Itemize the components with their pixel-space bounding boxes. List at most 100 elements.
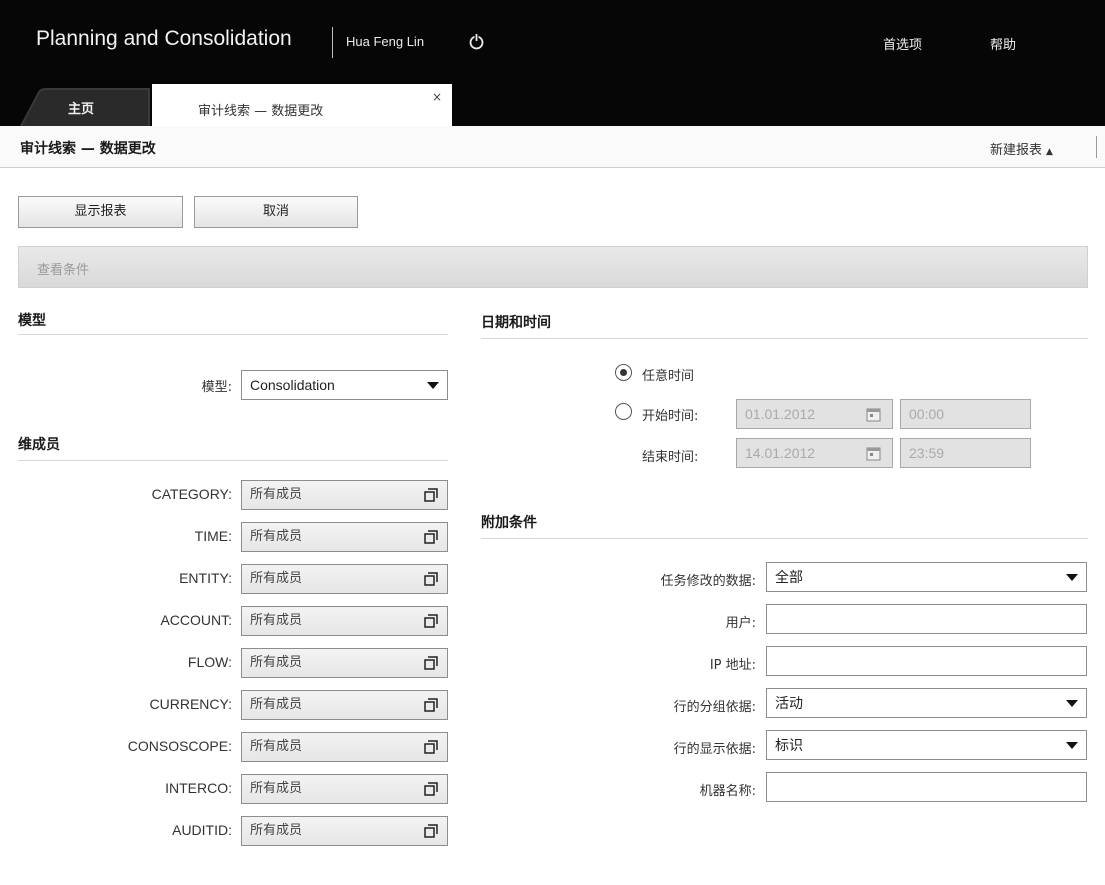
chevron-down-icon [1066,700,1078,707]
task-modified-label: 任务修改的数据: [660,574,756,589]
start-time-radio[interactable] [615,403,632,420]
task-modified-select[interactable]: 全部 [766,562,1087,592]
end-time-label: 结束时间: [642,450,699,465]
tab-audit-data-changes[interactable]: 审计线索 — 数据更改 × [152,84,452,126]
tab-active-label: 审计线索 — 数据更改 [198,104,324,119]
copy-icon[interactable] [424,614,438,628]
model-select-value: Consolidation [250,377,335,393]
chevron-down-icon [427,382,439,389]
date-section-divider [481,338,1088,339]
member-selector-auditid[interactable]: 所有成员 [241,816,448,846]
member-selector-consoscope[interactable]: 所有成员 [241,732,448,762]
member-value: 所有成员 [250,655,303,670]
end-time-field[interactable]: 23:59 [900,438,1031,468]
member-selector-category[interactable]: 所有成员 [241,480,448,510]
caret-up-icon: ▲ [1046,147,1053,157]
start-time-field[interactable]: 00:00 [900,399,1031,429]
page-header: 审计线索 — 数据更改 新建报表 ▲ [0,126,1105,168]
dimension-section-title: 维成员 [18,437,60,453]
copy-icon[interactable] [424,782,438,796]
start-date-value: 01.01.2012 [745,406,816,422]
chevron-down-icon [1066,574,1078,581]
member-value: 所有成员 [250,697,303,712]
filter-bar-label: 查看条件 [37,263,90,278]
cancel-button[interactable]: 取消 [194,196,358,228]
tab-home-label: 主页 [68,102,95,117]
display-by-label: 行的显示依据: [673,742,756,757]
ip-address-label: IP 地址: [709,658,756,673]
machine-name-input[interactable] [766,772,1087,802]
member-value: 所有成员 [250,487,303,502]
help-link[interactable]: 帮助 [990,34,1016,53]
end-date-value: 14.01.2012 [745,445,816,461]
new-report-label: 新建报表 [990,143,1043,158]
end-time-value: 23:59 [909,445,945,461]
page-title: 审计线索 — 数据更改 [20,141,156,157]
top-bar: Planning and Consolidation Hua Feng Lin … [0,0,1105,126]
member-selector-entity[interactable]: 所有成员 [241,564,448,594]
group-by-select[interactable]: 活动 [766,688,1087,718]
copy-icon[interactable] [424,572,438,586]
model-section-divider [18,334,448,335]
display-by-value: 标识 [775,737,803,753]
any-time-radio[interactable] [615,364,632,381]
member-selector-time[interactable]: 所有成员 [241,522,448,552]
group-by-label: 行的分组依据: [673,700,756,715]
any-time-label: 任意时间 [642,369,695,384]
machine-name-label: 机器名称: [699,784,756,799]
ip-address-input[interactable] [766,646,1087,676]
power-icon[interactable] [468,33,485,50]
member-selector-account[interactable]: 所有成员 [241,606,448,636]
filter-bar[interactable]: 查看条件 [18,246,1088,288]
user-input[interactable] [766,604,1087,634]
header-divider [1096,136,1097,158]
blank-area [910,295,1043,315]
dimension-section-divider [18,460,448,461]
copy-icon[interactable] [424,656,438,670]
member-label: CONSOSCOPE: [127,738,232,754]
member-label: TIME: [194,528,232,544]
date-section-title: 日期和时间 [481,315,551,331]
member-selector-flow[interactable]: 所有成员 [241,648,448,678]
user-label: 用户: [725,616,756,631]
end-date-field[interactable]: 14.01.2012 [736,438,893,468]
start-time-label: 开始时间: [642,409,699,424]
extra-section-divider [481,538,1088,539]
copy-icon[interactable] [424,740,438,754]
model-section-title: 模型 [18,313,46,329]
member-label: ACCOUNT: [160,612,232,628]
member-selector-interco[interactable]: 所有成员 [241,774,448,804]
app-title: Planning and Consolidation [36,27,292,50]
display-by-select[interactable]: 标识 [766,730,1087,760]
member-value: 所有成员 [250,613,303,628]
model-select[interactable]: Consolidation [241,370,448,400]
member-value: 所有成员 [250,529,303,544]
extra-section-title: 附加条件 [481,515,537,531]
copy-icon[interactable] [424,824,438,838]
close-icon[interactable]: × [432,90,442,104]
task-modified-value: 全部 [775,569,803,585]
new-report-menu[interactable]: 新建报表 ▲ [990,139,1053,158]
member-value: 所有成员 [250,781,303,796]
start-date-field[interactable]: 01.01.2012 [736,399,893,429]
start-time-value: 00:00 [909,406,945,422]
calendar-icon[interactable] [866,407,882,422]
user-name: Hua Feng Lin [346,34,425,49]
copy-icon[interactable] [424,488,438,502]
member-value: 所有成员 [250,571,303,586]
member-label: CATEGORY: [151,486,232,502]
preferences-link[interactable]: 首选项 [883,34,922,53]
copy-icon[interactable] [424,530,438,544]
title-divider [332,27,333,58]
member-label: AUDITID: [172,822,232,838]
member-value: 所有成员 [250,823,303,838]
member-label: ENTITY: [179,570,232,586]
copy-icon[interactable] [424,698,438,712]
show-report-button[interactable]: 显示报表 [18,196,183,228]
tab-home[interactable]: 主页 [20,88,150,126]
member-selector-currency[interactable]: 所有成员 [241,690,448,720]
calendar-icon[interactable] [866,446,882,461]
chevron-down-icon [1066,742,1078,749]
model-label: 模型: [201,380,232,395]
group-by-value: 活动 [775,695,803,711]
